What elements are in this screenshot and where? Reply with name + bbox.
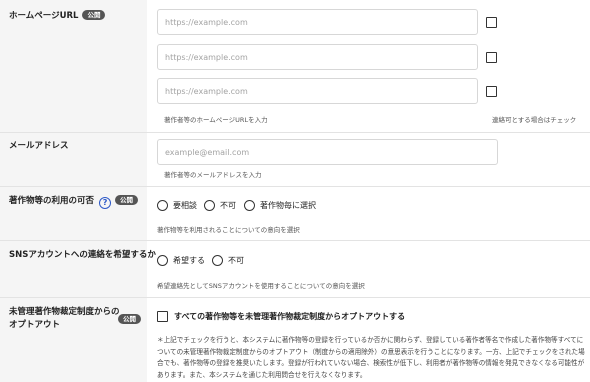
- sns-option-no: 不可: [228, 256, 244, 265]
- sns-radio-no[interactable]: [212, 255, 223, 266]
- usage-label-text: 著作物等の利用の可否: [9, 196, 95, 206]
- contact-ok-checkbox-1[interactable]: [486, 17, 497, 28]
- usage-radio-no[interactable]: [204, 200, 215, 211]
- optout-label-line1: 未管理著作物裁定制度からの: [9, 307, 120, 317]
- contact-ok-checkbox-3[interactable]: [486, 86, 497, 97]
- sns-option-yes: 希望する: [173, 256, 205, 265]
- help-icon[interactable]: ?: [99, 197, 112, 209]
- public-badge: 公開: [118, 314, 141, 324]
- sns-hint: 希望連絡先としてSNSアカウントを使用することについての意向を選択: [157, 282, 365, 290]
- public-badge: 公開: [115, 195, 139, 205]
- contact-check-hint: 連絡可とする場合はチェック: [492, 116, 577, 124]
- homepage-url-hint: 著作者等のホームページURLを入力: [164, 116, 268, 124]
- optout-checkbox-label: すべての著作物等を未管理著作物裁定制度からオプトアウトする: [174, 312, 406, 321]
- optout-checkbox[interactable]: [157, 311, 168, 322]
- homepage-url-input-2[interactable]: [157, 44, 478, 70]
- usage-radio-per-work[interactable]: [244, 200, 255, 211]
- usage-row: 著作物等の利用の可否? 公開 要相談 不可 著作物毎に選択 著作物等を利用されるこ…: [0, 187, 590, 241]
- public-badge: 公開: [82, 10, 106, 20]
- usage-option-no: 不可: [220, 201, 236, 210]
- optout-row: 未管理著作物裁定制度からの オプトアウト 公開 すべての著作物等を未管理著作物裁…: [0, 298, 590, 382]
- usage-option-per-work: 著作物毎に選択: [260, 201, 316, 210]
- homepage-url-input-1[interactable]: [157, 9, 478, 35]
- sns-radio-yes[interactable]: [157, 255, 168, 266]
- sns-row: SNSアカウントへの連絡を希望するか 希望する 不可 希望連絡先としてSNSアカ…: [0, 241, 590, 298]
- homepage-url-row: ホームページURL公開 著作者等のホームページURLを入力 連絡可とする場合はチ…: [0, 0, 590, 133]
- homepage-url-label-text: ホームページURL: [9, 11, 79, 21]
- contact-ok-checkbox-2[interactable]: [486, 52, 497, 63]
- email-input[interactable]: [157, 139, 498, 165]
- usage-label: 著作物等の利用の可否? 公開: [9, 194, 139, 209]
- homepage-url-label: ホームページURL 公開: [9, 9, 106, 23]
- sns-label: SNSアカウントへの連絡を希望するか: [9, 250, 156, 260]
- homepage-url-input-3[interactable]: [157, 78, 478, 104]
- usage-option-consult: 要相談: [173, 201, 197, 210]
- usage-hint: 著作物等を利用されることについての意向を選択: [157, 226, 300, 234]
- optout-note: ＊上記でチェックを行うと、本システムに著作物等の登録を行っているか否かに関わらず…: [157, 336, 585, 379]
- usage-radio-consult[interactable]: [157, 200, 168, 211]
- email-hint: 著作者等のメールアドレスを入力: [164, 171, 262, 179]
- email-label: メールアドレス: [9, 141, 69, 151]
- email-row: メールアドレス 著作者等のメールアドレスを入力: [0, 133, 590, 187]
- optout-label-line2: オプトアウト: [9, 320, 61, 330]
